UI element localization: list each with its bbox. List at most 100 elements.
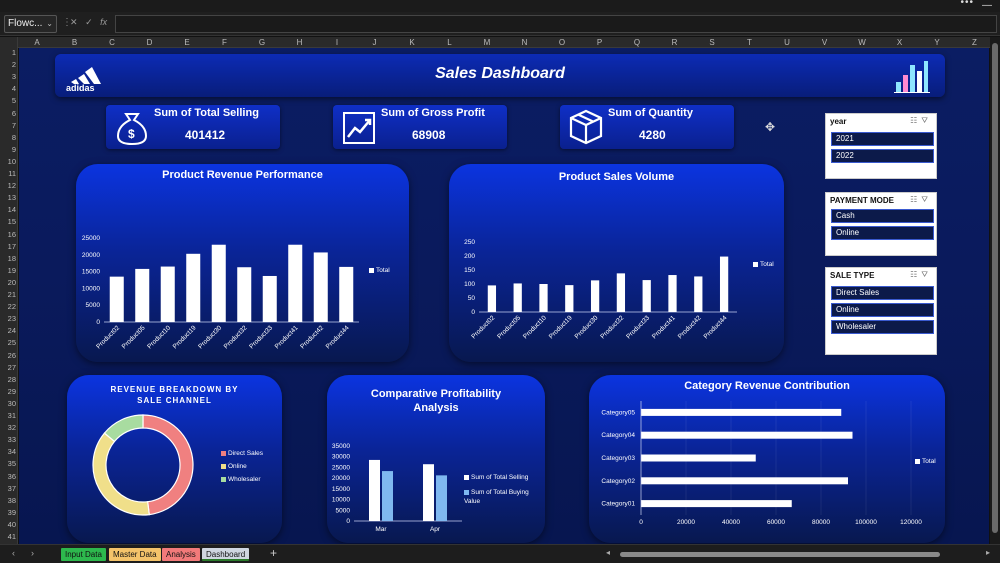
- row-header[interactable]: 32: [0, 423, 16, 432]
- multi-select-icon[interactable]: ☷: [910, 195, 921, 204]
- category-chart-card[interactable]: Category Revenue Contribution 0 20000 4000…: [589, 375, 945, 543]
- slicer-item-cash[interactable]: Cash: [831, 209, 934, 223]
- row-header[interactable]: 41: [0, 532, 16, 541]
- clear-filter-icon[interactable]: ⛛: [921, 195, 932, 204]
- row-header[interactable]: 16: [0, 230, 16, 239]
- vertical-scrollbar[interactable]: [990, 37, 1000, 544]
- column-header[interactable]: D: [147, 37, 153, 48]
- column-header[interactable]: S: [709, 37, 714, 48]
- slicer-item-2022[interactable]: 2022: [831, 149, 934, 163]
- row-header[interactable]: 33: [0, 435, 16, 444]
- tab-dashboard[interactable]: Dashboard: [202, 548, 250, 561]
- column-header[interactable]: N: [522, 37, 528, 48]
- insert-function-icon[interactable]: fx: [100, 17, 107, 27]
- multi-select-icon[interactable]: ☷: [910, 270, 921, 279]
- row-header[interactable]: 6: [0, 109, 16, 118]
- column-header[interactable]: F: [222, 37, 227, 48]
- row-header[interactable]: 19: [0, 266, 16, 275]
- clear-filter-icon[interactable]: ⛛: [921, 116, 932, 125]
- multi-select-icon[interactable]: ☷: [910, 116, 921, 125]
- column-header[interactable]: Z: [972, 37, 977, 48]
- column-header[interactable]: K: [409, 37, 414, 48]
- profitability-chart-card[interactable]: Comparative Profitability Analysis 0 5000…: [327, 375, 545, 543]
- row-header[interactable]: 9: [0, 145, 16, 154]
- scroll-right-icon[interactable]: ▸: [986, 548, 990, 557]
- column-header[interactable]: G: [259, 37, 265, 48]
- column-header[interactable]: Q: [634, 37, 640, 48]
- row-header[interactable]: 34: [0, 447, 16, 456]
- row-header[interactable]: 15: [0, 217, 16, 226]
- column-header[interactable]: M: [484, 37, 491, 48]
- column-header[interactable]: B: [72, 37, 77, 48]
- column-header[interactable]: V: [822, 37, 827, 48]
- slicer-item-online[interactable]: Online: [831, 303, 934, 317]
- row-header[interactable]: 18: [0, 254, 16, 263]
- row-header[interactable]: 26: [0, 351, 16, 360]
- column-header[interactable]: H: [297, 37, 303, 48]
- row-header[interactable]: 5: [0, 96, 16, 105]
- slicer-item-wholesaler[interactable]: Wholesaler: [831, 320, 934, 334]
- slicer-item-direct-sales[interactable]: Direct Sales: [831, 286, 934, 300]
- column-header[interactable]: X: [897, 37, 902, 48]
- column-header[interactable]: U: [784, 37, 790, 48]
- volume-chart-card[interactable]: Product Sales Volume 0 50 100 150 200 250 Prod…: [449, 164, 784, 362]
- row-header[interactable]: 28: [0, 375, 16, 384]
- tab-analysis[interactable]: Analysis: [162, 548, 200, 561]
- row-header[interactable]: 25: [0, 338, 16, 347]
- scroll-left-icon[interactable]: ◂: [606, 548, 610, 557]
- row-header[interactable]: 30: [0, 399, 16, 408]
- formula-input[interactable]: [115, 15, 997, 33]
- next-sheet-icon[interactable]: ›: [31, 548, 34, 558]
- row-header[interactable]: 27: [0, 363, 16, 372]
- clear-filter-icon[interactable]: ⛛: [921, 270, 932, 279]
- row-header[interactable]: 29: [0, 387, 16, 396]
- scroll-thumb[interactable]: [620, 552, 940, 557]
- add-sheet-button[interactable]: +: [270, 546, 277, 560]
- row-header[interactable]: 31: [0, 411, 16, 420]
- column-header[interactable]: O: [559, 37, 565, 48]
- column-header[interactable]: R: [672, 37, 678, 48]
- name-box[interactable]: Flowc... ⌄: [4, 15, 57, 33]
- tab-input-data[interactable]: Input Data: [61, 548, 106, 561]
- row-header[interactable]: 12: [0, 181, 16, 190]
- row-header[interactable]: 13: [0, 193, 16, 202]
- row-header[interactable]: 38: [0, 496, 16, 505]
- row-header[interactable]: 17: [0, 242, 16, 251]
- row-header[interactable]: 22: [0, 302, 16, 311]
- column-header[interactable]: Y: [934, 37, 939, 48]
- column-header[interactable]: E: [184, 37, 189, 48]
- scroll-thumb[interactable]: [992, 43, 998, 533]
- row-header[interactable]: 40: [0, 520, 16, 529]
- row-header[interactable]: 10: [0, 157, 16, 166]
- tab-master-data[interactable]: Master Data: [109, 548, 161, 561]
- slicer-item-online[interactable]: Online: [831, 226, 934, 240]
- row-header[interactable]: 37: [0, 484, 16, 493]
- revenue-chart-card[interactable]: Product Revenue Performance 0 5000 10000 15…: [76, 164, 409, 362]
- row-header[interactable]: 8: [0, 133, 16, 142]
- row-header[interactable]: 11: [0, 169, 16, 178]
- row-header[interactable]: 23: [0, 314, 16, 323]
- column-header[interactable]: A: [34, 37, 39, 48]
- column-header[interactable]: L: [447, 37, 451, 48]
- column-header[interactable]: I: [336, 37, 338, 48]
- horizontal-scrollbar[interactable]: ◂ ▸: [598, 548, 990, 559]
- row-header[interactable]: 20: [0, 278, 16, 287]
- row-header[interactable]: 24: [0, 326, 16, 335]
- column-header[interactable]: W: [858, 37, 866, 48]
- chevron-down-icon[interactable]: ⌄: [46, 16, 53, 32]
- confirm-icon[interactable]: ✓: [85, 17, 93, 27]
- column-header[interactable]: T: [747, 37, 752, 48]
- slicer-item-2021[interactable]: 2021: [831, 132, 934, 146]
- row-header[interactable]: 35: [0, 459, 16, 468]
- prev-sheet-icon[interactable]: ‹: [12, 548, 15, 558]
- row-header[interactable]: 1: [0, 48, 16, 57]
- channel-chart-card[interactable]: REVENUE BREAKDOWN BY SALE CHANNEL Direct…: [67, 375, 282, 543]
- row-header[interactable]: 21: [0, 290, 16, 299]
- row-header[interactable]: 3: [0, 72, 16, 81]
- row-header[interactable]: 36: [0, 472, 16, 481]
- row-header[interactable]: 14: [0, 205, 16, 214]
- column-header[interactable]: J: [373, 37, 377, 48]
- row-header[interactable]: 2: [0, 60, 16, 69]
- row-header[interactable]: 39: [0, 508, 16, 517]
- column-header[interactable]: C: [109, 37, 115, 48]
